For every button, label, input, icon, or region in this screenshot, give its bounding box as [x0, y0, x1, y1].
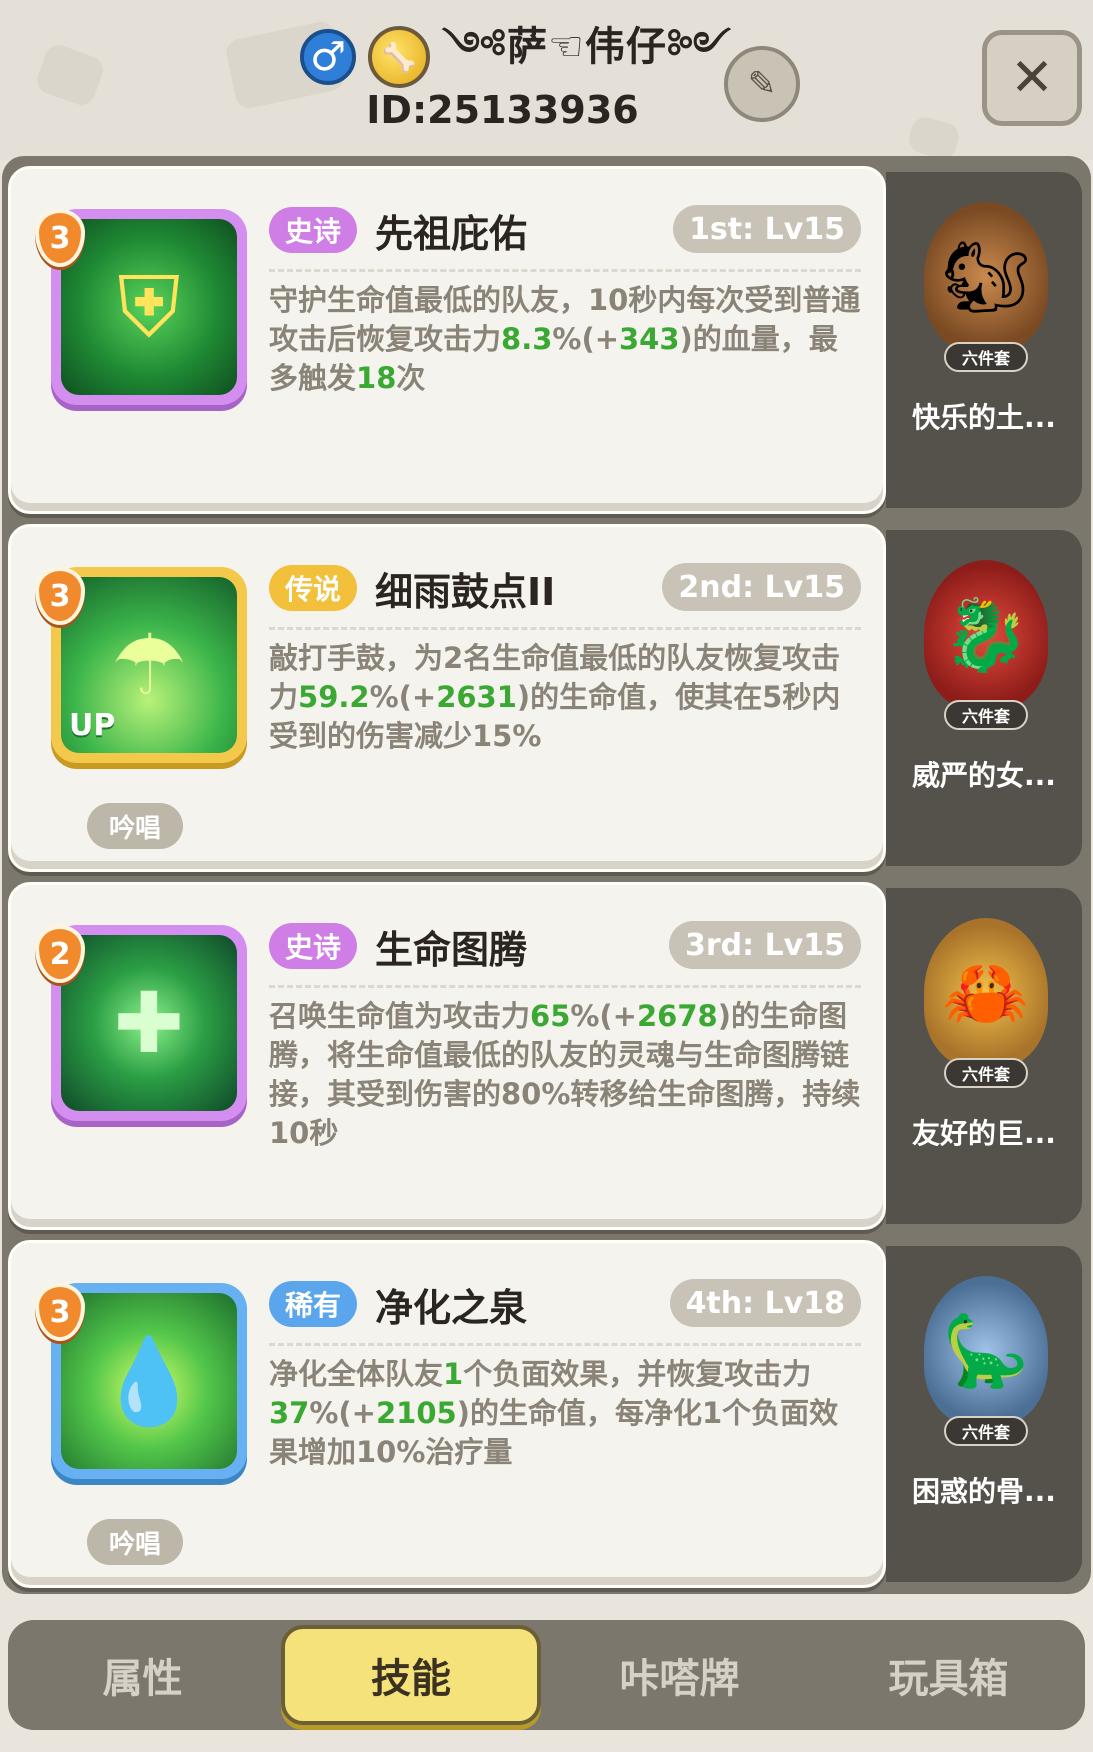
- skill-name: 细雨鼓点II: [375, 570, 556, 614]
- drum-icon: ☂ UP: [61, 577, 237, 753]
- pet-figure-icon: 🦀: [924, 918, 1048, 1068]
- rarity-tag: 史诗: [269, 207, 358, 253]
- tab-attributes[interactable]: 属性: [8, 1625, 277, 1725]
- skill-row: ⛨ 3 史诗 先祖庇佑 1st: Lv15 守护生命值最低的队友，10秒内每次受…: [8, 166, 1084, 516]
- bottom-tab-bar: 属性 技能 咔嗒牌 玩具箱: [8, 1620, 1085, 1730]
- description-text: 个负面效果，并恢复攻击力: [463, 1357, 812, 1391]
- pet-panel[interactable]: 🐿 六件套 快乐的土...: [886, 172, 1082, 508]
- skill-slot-level: 4th: Lv18: [669, 1279, 861, 1327]
- skill-name: 净化之泉: [375, 1286, 528, 1330]
- description-text: %(+: [552, 322, 619, 356]
- set-badge: 六件套: [944, 342, 1028, 372]
- skill-description: 召唤生命值为攻击力65%(+2678)的生命图腾，将生命值最低的队友的灵魂与生命…: [269, 997, 865, 1153]
- skill-row: 💧 3 吟唱 稀有 净化之泉 4th: Lv18 净化全体队友1个负面效果，并恢…: [8, 1240, 1084, 1590]
- highlight-value: 37: [269, 1396, 310, 1430]
- rarity-tag: 传说: [269, 565, 358, 611]
- water-drop-icon: 💧: [61, 1293, 237, 1469]
- set-badge: 六件套: [944, 1058, 1028, 1088]
- description-text: 次: [396, 361, 426, 395]
- skill-slot-level: 2nd: Lv15: [662, 563, 861, 611]
- divider: [269, 1343, 861, 1346]
- highlight-value: 2105: [375, 1396, 457, 1430]
- shield-icon: ⛨: [61, 219, 237, 395]
- skill-name: 生命图腾: [375, 928, 528, 972]
- highlight-value: 65: [530, 999, 571, 1033]
- pet-panel[interactable]: 🦕 六件套 困惑的骨...: [886, 1246, 1082, 1582]
- avatar[interactable]: 🦴: [368, 26, 430, 88]
- skill-name: 先祖庇佑: [375, 212, 528, 256]
- skill-card[interactable]: ⛨ 3 史诗 先祖庇佑 1st: Lv15 守护生命值最低的队友，10秒内每次受…: [8, 166, 886, 514]
- skill-slot-level: 3rd: Lv15: [668, 921, 861, 969]
- upgrade-label: UP: [69, 708, 116, 743]
- player-id: ID:25133936: [366, 88, 639, 132]
- totem-icon: ✚: [61, 935, 237, 1111]
- pet-name: 困惑的骨...: [912, 1475, 1056, 1508]
- pet-name: 威严的女...: [912, 759, 1056, 792]
- set-badge: 六件套: [944, 700, 1028, 730]
- description-text: %(+: [570, 999, 637, 1033]
- skill-card[interactable]: ☂ UP 3 吟唱 传说 细雨鼓点II 2nd: Lv15 敲打手鼓，为2名生命值…: [8, 524, 886, 872]
- divider: [269, 985, 861, 988]
- tab-cards[interactable]: 咔嗒牌: [545, 1625, 814, 1725]
- description-text: %(+: [309, 1396, 376, 1430]
- description-text: 净化全体队友: [269, 1357, 444, 1391]
- pet-panel[interactable]: 🐉 六件套 威严的女...: [886, 530, 1082, 866]
- highlight-value: 18: [356, 361, 397, 395]
- profile-page: ♂ 🦴 ༺萨☜伟仔༻ ✎ ID:25133936 ✕ ⛨ 3 史诗 先祖庇佑 1…: [0, 0, 1093, 1752]
- chant-tag: 吟唱: [87, 1519, 183, 1565]
- pet-panel[interactable]: 🦀 六件套 友好的巨...: [886, 888, 1082, 1224]
- skill-slot-level: 1st: Lv15: [673, 205, 861, 253]
- pet-figure-icon: 🐿: [924, 202, 1048, 352]
- highlight-value: 1: [443, 1357, 464, 1391]
- highlight-value: 343: [619, 322, 680, 356]
- pet-figure-icon: 🐉: [924, 560, 1048, 710]
- male-symbol-icon: ♂: [300, 29, 356, 85]
- pet-name: 友好的巨...: [912, 1117, 1056, 1150]
- tab-skills[interactable]: 技能: [281, 1625, 541, 1725]
- divider: [269, 627, 861, 630]
- highlight-value: 59.2: [298, 680, 370, 714]
- set-badge: 六件套: [944, 1416, 1028, 1446]
- description-text: 召唤生命值为攻击力: [269, 999, 531, 1033]
- pet-name: 快乐的土...: [912, 401, 1056, 434]
- skill-description: 净化全体队友1个负面效果，并恢复攻击力37%(+2105)的生命值，每净化1个负…: [269, 1355, 865, 1472]
- skill-card[interactable]: ✚ 2 史诗 生命图腾 3rd: Lv15 召唤生命值为攻击力65%(+2678…: [8, 882, 886, 1230]
- pet-figure-icon: 🦕: [924, 1276, 1048, 1426]
- divider: [269, 269, 861, 272]
- skill-card[interactable]: 💧 3 吟唱 稀有 净化之泉 4th: Lv18 净化全体队友1个负面效果，并恢…: [8, 1240, 886, 1588]
- skill-description: 守护生命值最低的队友，10秒内每次受到普通攻击后恢复攻击力8.3%(+343)的…: [269, 281, 865, 398]
- chant-tag: 吟唱: [87, 803, 183, 849]
- close-button[interactable]: ✕: [982, 30, 1082, 126]
- close-icon: ✕: [1010, 48, 1054, 108]
- highlight-value: 2678: [636, 999, 718, 1033]
- skill-row: ☂ UP 3 吟唱 传说 细雨鼓点II 2nd: Lv15 敲打手鼓，为2名生命值…: [8, 524, 1084, 874]
- skill-row: ✚ 2 史诗 生命图腾 3rd: Lv15 召唤生命值为攻击力65%(+2678…: [8, 882, 1084, 1232]
- highlight-value: 2631: [436, 680, 517, 714]
- profile-header: ♂ 🦴 ༺萨☜伟仔༻ ✎ ID:25133936 ✕: [0, 0, 1093, 162]
- player-name-row: ♂ 🦴 ༺萨☜伟仔༻: [300, 22, 732, 92]
- highlight-value: 8.3: [501, 322, 553, 356]
- rarity-tag: 稀有: [269, 1281, 358, 1327]
- description-text: %(+: [369, 680, 437, 714]
- skill-description: 敲打手鼓，为2名生命值最低的队友恢复攻击力59.2%(+2631)的生命值，使其…: [269, 639, 865, 756]
- tab-toybox[interactable]: 玩具箱: [814, 1625, 1083, 1725]
- rarity-tag: 史诗: [269, 923, 358, 969]
